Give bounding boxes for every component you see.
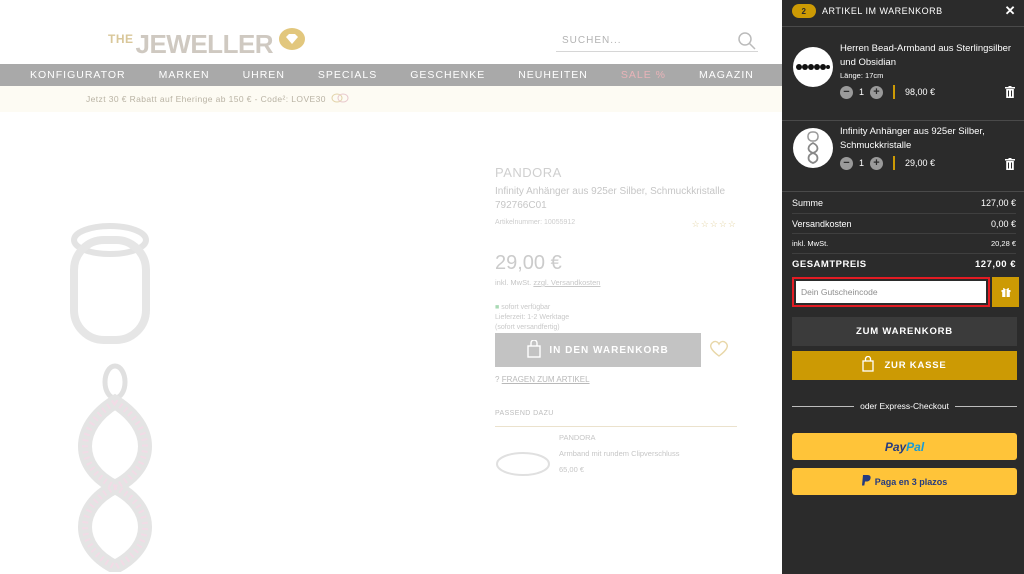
search-input[interactable] [562, 35, 732, 46]
tax-row: inkl. MwSt. 20,28 € [792, 234, 1016, 254]
shipping-link[interactable]: zzgl. Versandkosten [533, 278, 600, 287]
related-brand: PANDORA [559, 433, 596, 442]
cart-totals: Summe 127,00 € Versandkosten 0,00 € inkl… [782, 192, 1024, 274]
paypal-installments-button[interactable]: Paga en 3 plazos [792, 468, 1017, 495]
nav-item-neuheiten[interactable]: NEUHEITEN [518, 69, 588, 81]
nav-item-sale[interactable]: SALE % [621, 69, 666, 81]
rings-icon [330, 93, 350, 105]
product-brand[interactable]: PANDORA [495, 165, 737, 180]
site-logo[interactable]: THE JEWELLER [108, 28, 306, 57]
shopping-bag-icon [527, 338, 542, 361]
quantity-stepper: − 1 + 29,00 € [840, 156, 935, 170]
view-cart-button[interactable]: ZUM WARENKORB [792, 317, 1017, 346]
cart-item-price: 29,00 € [905, 158, 936, 168]
tax-note: inkl. MwSt. zzgl. Versandkosten [495, 278, 601, 287]
nav-item-konfigurator[interactable]: KONFIGURATOR [30, 69, 126, 81]
quantity-stepper: − 1 + 98,00 € [840, 85, 935, 99]
cart-item: Infinity Anhänger aus 925er Silber, Schm… [782, 121, 1024, 191]
cart-item-image[interactable] [793, 47, 833, 87]
shopping-bag-icon [862, 355, 875, 375]
plus-icon[interactable]: + [870, 85, 884, 99]
availability: ■ sofort verfügbar Lieferzeit: 1-2 Werkt… [495, 303, 737, 333]
rating-stars-icon[interactable]: ☆☆☆☆☆ [692, 219, 737, 230]
minus-icon[interactable]: − [840, 85, 853, 99]
availability-status: sofort verfügbar [501, 304, 551, 311]
add-to-cart-button[interactable]: IN DEN WARENKORB [495, 333, 701, 367]
promo-banner[interactable]: Jetzt 30 € Rabatt auf Eheringe ab 150 € … [0, 86, 782, 112]
diamond-logo-icon [279, 28, 306, 55]
quantity-value: 1 [859, 158, 865, 168]
cart-title: ARTIKEL IM WARENKORB [822, 6, 943, 16]
plus-icon[interactable]: + [870, 156, 884, 170]
main-nav: KONFIGURATOR MARKEN UHREN SPECIALS GESCH… [0, 64, 782, 86]
shipping-note: (sofort versandfertig) [495, 324, 560, 331]
article-row: Artikelnummer: 10055912 ☆☆☆☆☆ [495, 219, 737, 230]
cart-header: 2 ARTIKEL IM WARENKORB ✕ [782, 0, 1024, 22]
subtotal-row: Summe 127,00 € [792, 192, 1016, 214]
nav-item-specials[interactable]: SPECIALS [318, 69, 377, 81]
article-number: Artikelnummer: 10055912 [495, 219, 576, 226]
cart-flyout: 2 ARTIKEL IM WARENKORB ✕ Herren Bead-Arm… [782, 0, 1024, 574]
wishlist-heart-icon[interactable] [709, 340, 729, 363]
cart-count-badge: 2 [792, 4, 816, 18]
product-sku: 792766C01 [495, 200, 547, 211]
coupon-field [792, 277, 990, 307]
nav-item-magazin[interactable]: MAGAZIN [699, 69, 754, 81]
related-name: Armband mit rundem Clipverschluss [559, 449, 680, 458]
express-divider: oder Express-Checkout [792, 401, 1018, 411]
product-price: 29,00 € [495, 252, 562, 274]
paypal-p-icon [861, 475, 871, 488]
trash-icon[interactable] [1005, 157, 1015, 175]
product-info: PANDORA Infinity Anhänger aus 925er Silb… [495, 165, 737, 333]
cart-item-name[interactable]: Infinity Anhänger aus 925er Silber, Schm… [840, 125, 1018, 153]
gift-icon[interactable] [992, 277, 1019, 307]
close-icon[interactable]: ✕ [1005, 3, 1016, 19]
cart-item: Herren Bead-Armband aus Sterlingsilber u… [782, 27, 1024, 120]
truck-icon: ■ [495, 304, 500, 311]
checkout-button[interactable]: ZUR KASSE [792, 351, 1017, 380]
quantity-value: 1 [859, 87, 865, 97]
cart-item-price: 98,00 € [905, 87, 936, 97]
minus-icon[interactable]: − [840, 156, 853, 170]
question-icon: ? [495, 375, 500, 384]
cart-item-length: Länge: 17cm [840, 71, 884, 80]
nav-item-uhren[interactable]: UHREN [243, 69, 285, 81]
promo-text: Jetzt 30 € Rabatt auf Eheringe ab 150 € … [86, 94, 326, 104]
coupon-row [792, 277, 1019, 307]
express-label: oder Express-Checkout [860, 401, 949, 411]
cart-item-name[interactable]: Herren Bead-Armband aus Sterlingsilber u… [840, 42, 1018, 70]
coupon-input[interactable] [796, 281, 986, 303]
nav-item-geschenke[interactable]: GESCHENKE [410, 69, 485, 81]
cart-item-image[interactable] [793, 128, 833, 168]
search-bar [556, 30, 758, 52]
search-icon[interactable] [738, 32, 756, 55]
shipping-row: Versandkosten 0,00 € [792, 214, 1016, 234]
related-product-image [495, 449, 551, 484]
related-price: 65,00 € [559, 465, 585, 474]
paypal-button[interactable]: Pay Pal [792, 433, 1017, 460]
product-title: Infinity Anhänger aus 925er Silber, Schm… [495, 186, 726, 211]
question-link[interactable]: ? FRAGEN ZUM ARTIKEL [495, 375, 590, 384]
product-image[interactable] [60, 222, 170, 574]
grand-total-row: GESAMTPREIS 127,00 € [792, 258, 1016, 270]
delivery-time: Lieferzeit: 1-2 Werktage [495, 314, 570, 321]
trash-icon[interactable] [1005, 85, 1015, 103]
nav-item-marken[interactable]: MARKEN [159, 69, 210, 81]
matching-heading: PASSEND DAZU [495, 410, 737, 427]
